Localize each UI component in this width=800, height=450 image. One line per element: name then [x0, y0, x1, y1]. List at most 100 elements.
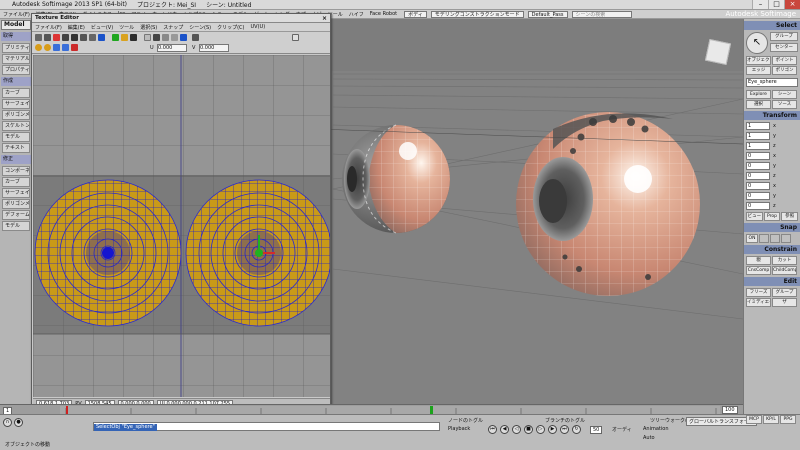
animation-label[interactable]: Animation: [643, 426, 669, 432]
mode-combo[interactable]: ボディ: [404, 10, 427, 18]
te-menu-file[interactable]: ファイル(F): [32, 24, 65, 31]
toolbar-button[interactable]: コンポーネ: [2, 166, 30, 176]
auto-key-label[interactable]: Auto: [643, 435, 655, 441]
explore-button[interactable]: Explore: [746, 90, 771, 99]
scale-z-field[interactable]: 1: [746, 141, 770, 150]
source-button[interactable]: ソース: [772, 100, 797, 109]
cut-tool-icon[interactable]: [130, 34, 137, 41]
te-menu-tools[interactable]: ツール: [116, 24, 137, 31]
frame-field[interactable]: 50: [590, 426, 603, 434]
rotate-y-field[interactable]: 0: [746, 161, 770, 170]
te-menu-select[interactable]: 選択(S): [137, 24, 160, 31]
view-button[interactable]: ビュー: [746, 212, 763, 221]
scale-x-field[interactable]: 1: [746, 121, 770, 130]
help-icon[interactable]: [292, 34, 299, 41]
fit-tool-icon[interactable]: [192, 34, 199, 41]
go-start-icon[interactable]: ⏮: [488, 425, 497, 434]
island-tool-icon[interactable]: [180, 34, 187, 41]
relax-tool-icon[interactable]: [80, 34, 87, 41]
minimize-button[interactable]: –: [752, 0, 768, 9]
toolbar-button[interactable]: プリミティ: [2, 43, 30, 53]
pin-tool-icon[interactable]: [171, 34, 178, 41]
toolbar-tab-model[interactable]: Model: [1, 20, 31, 30]
prev-frame-icon[interactable]: ◀: [500, 425, 509, 434]
uv-tool-icon[interactable]: [98, 34, 105, 41]
te-menu-snap[interactable]: スナップ: [160, 24, 186, 31]
scene-button[interactable]: シーン: [772, 90, 797, 99]
immediate-button[interactable]: イミディエイト: [746, 298, 771, 307]
scale-y-field[interactable]: 1: [746, 131, 770, 140]
tab-kpl[interactable]: KP/L: [763, 415, 779, 424]
select-arrow-icon[interactable]: ↖: [746, 32, 768, 54]
translate-z-field[interactable]: 0: [746, 201, 770, 210]
selected-object-field[interactable]: Eye_sphere: [746, 78, 798, 87]
selection-button[interactable]: 選択: [746, 100, 771, 109]
te-menu-clip[interactable]: クリップ(C): [214, 24, 247, 31]
mirror-tool-icon[interactable]: [144, 34, 151, 41]
te-menu-edit[interactable]: 編集(E): [65, 24, 88, 31]
snap-curve-icon[interactable]: [781, 234, 791, 243]
edit-extra-button[interactable]: ザ: [772, 298, 797, 307]
translate-x-field[interactable]: 0: [746, 181, 770, 190]
playback-label[interactable]: Playback: [448, 426, 470, 432]
tool-icon[interactable]: [35, 44, 42, 51]
toolbar-button[interactable]: モデル: [2, 221, 30, 231]
te-menu-view[interactable]: ビュー(V): [88, 24, 116, 31]
parent-button[interactable]: 親: [746, 256, 771, 265]
select-tool-icon[interactable]: [35, 34, 42, 41]
select-point-button[interactable]: ポイント: [772, 56, 797, 65]
timeline-end-field[interactable]: 100: [722, 406, 738, 414]
toolbar-button[interactable]: サーフェイス: [2, 188, 30, 198]
group-button[interactable]: グループ: [772, 288, 797, 297]
command-line[interactable]: SelectObj "Eye_sphere": [93, 422, 440, 431]
toolbar-button[interactable]: ポリゴンメ: [2, 110, 30, 120]
flip-tool-icon[interactable]: [153, 34, 160, 41]
tool-icon[interactable]: [44, 44, 51, 51]
tool-icon[interactable]: [53, 44, 60, 51]
view-cube-icon[interactable]: [704, 38, 732, 66]
next-frame-icon[interactable]: ▶: [548, 425, 557, 434]
play-icon[interactable]: ▷: [536, 425, 545, 434]
toolbar-button[interactable]: モデル: [2, 132, 30, 142]
toolbar-button[interactable]: プロパティ: [2, 65, 30, 75]
toolbar-button[interactable]: マテリアル: [2, 54, 30, 64]
close-icon[interactable]: ×: [322, 15, 327, 22]
select-group-button[interactable]: グループ: [770, 32, 798, 41]
rotate-z-field[interactable]: 0: [746, 171, 770, 180]
texture-editor-titlebar[interactable]: Texture Editor ×: [32, 14, 330, 23]
translate-y-field[interactable]: 0: [746, 191, 770, 200]
childcomp-button[interactable]: ChildComp: [772, 266, 797, 275]
weld-tool-icon[interactable]: [71, 34, 78, 41]
prop-button[interactable]: Prop: [763, 212, 781, 221]
snap-point-icon[interactable]: [770, 234, 780, 243]
uv-canvas[interactable]: [33, 55, 330, 397]
toolbar-button[interactable]: カーブ: [2, 88, 30, 98]
align-tool-icon[interactable]: [89, 34, 96, 41]
timeline[interactable]: 1 100: [0, 404, 743, 415]
scale-tool-icon[interactable]: [62, 34, 69, 41]
toolbar-button[interactable]: カーブ: [2, 177, 30, 187]
toolbar-button[interactable]: サーフェイス: [2, 99, 30, 109]
tool-icon[interactable]: [62, 44, 69, 51]
pass-combo[interactable]: Default_Pass: [527, 10, 568, 18]
snap-grid-icon[interactable]: [759, 234, 769, 243]
rotate-tool-icon[interactable]: [53, 34, 60, 41]
move-tool-icon[interactable]: [44, 34, 51, 41]
u-value-field[interactable]: 0.000: [157, 44, 187, 52]
select-polygon-button[interactable]: ポリゴン: [772, 66, 797, 75]
select-edge-button[interactable]: エッジ: [746, 66, 771, 75]
te-menu-uv[interactable]: UV(U): [248, 24, 269, 30]
loop-icon[interactable]: ↻: [572, 425, 581, 434]
menu-file[interactable]: ファイル(F): [0, 11, 33, 18]
menu-face-robot[interactable]: Face Robot: [367, 11, 400, 17]
stop-icon[interactable]: ■: [524, 425, 533, 434]
magnet-icon[interactable]: ∩: [3, 418, 12, 427]
v-value-field[interactable]: 0.000: [199, 44, 229, 52]
go-end-icon[interactable]: ⏭: [560, 425, 569, 434]
reference-button[interactable]: 参照: [781, 212, 799, 221]
lock-tool-icon[interactable]: [162, 34, 169, 41]
tab-ppg[interactable]: PPG: [780, 415, 796, 424]
close-button[interactable]: ×: [784, 0, 800, 9]
te-menu-scene[interactable]: シーン(S): [186, 24, 214, 31]
tab-mcp[interactable]: MCP: [746, 415, 762, 424]
